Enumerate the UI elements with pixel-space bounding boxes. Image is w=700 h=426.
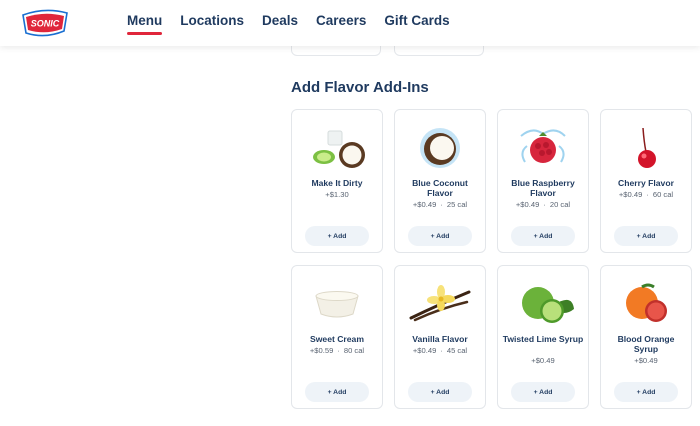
addin-card-blue-raspberry[interactable]: Blue Raspberry Flavor +$0.49 · 20 cal + Ad… — [497, 109, 589, 253]
addin-calories: 25 cal — [446, 200, 468, 209]
addin-name: Blue Raspberry Flavor — [511, 178, 575, 198]
addin-meta: +$0.49 — [498, 356, 588, 365]
addin-price: +$0.49 — [515, 200, 540, 209]
cherry-icon — [601, 116, 691, 180]
addin-calories: 60 cal — [652, 190, 674, 199]
nav-locations[interactable]: Locations — [180, 13, 244, 28]
addin-meta: +$0.59 · 80 cal — [309, 346, 365, 355]
nav-deals[interactable]: Deals — [262, 13, 298, 28]
coconut-lime-icon — [292, 116, 382, 180]
addin-meta: +$1.30 — [292, 190, 382, 199]
addin-card-blood-orange[interactable]: Blood Orange Syrup +$0.49 + Add — [600, 265, 692, 409]
section-title: Add Flavor Add-Ins — [291, 79, 429, 96]
addin-calories: 45 cal — [446, 346, 468, 355]
add-button[interactable]: + Add — [408, 382, 472, 402]
site-header: SONIC Menu Locations Deals Careers Gift … — [0, 0, 700, 46]
addin-card-cherry[interactable]: Cherry Flavor +$0.49 · 60 cal + Add — [600, 109, 692, 253]
add-button[interactable]: + Add — [614, 382, 678, 402]
addin-meta: +$0.49 · 20 cal — [515, 200, 571, 209]
nav-careers[interactable]: Careers — [316, 13, 366, 28]
add-button[interactable]: + Add — [511, 226, 575, 246]
addin-card-make-it-dirty[interactable]: Make It Dirty +$1.30 + Add — [291, 109, 383, 253]
add-button[interactable]: + Add — [305, 382, 369, 402]
addin-card-twisted-lime[interactable]: Twisted Lime Syrup +$0.49 + Add — [497, 265, 589, 409]
addin-meta: +$0.49 — [601, 356, 691, 365]
addin-card-blue-coconut[interactable]: Blue Coconut Flavor +$0.49 · 25 cal + Add — [394, 109, 486, 253]
addin-name: Blood Orange Syrup — [617, 334, 675, 354]
nav-menu[interactable]: Menu — [127, 13, 163, 35]
addin-price: +$0.49 — [634, 356, 658, 365]
add-button[interactable]: + Add — [511, 382, 575, 402]
lime-icon — [498, 272, 588, 336]
addin-meta: +$0.49 · 60 cal — [618, 190, 674, 199]
addin-price: +$0.49 — [412, 200, 437, 209]
coconut-icon — [395, 116, 485, 180]
add-button[interactable]: + Add — [305, 226, 369, 246]
addin-price: +$0.59 — [309, 346, 334, 355]
addin-name: Make It Dirty — [311, 178, 363, 188]
main-nav: Menu Locations Deals Careers Gift Cards — [127, 13, 468, 35]
addin-meta: +$0.49 · 45 cal — [412, 346, 468, 355]
addin-calories: 80 cal — [343, 346, 365, 355]
add-button[interactable]: + Add — [614, 226, 678, 246]
addin-price: +$1.30 — [325, 190, 349, 199]
addin-name: Blue Coconut Flavor — [412, 178, 468, 198]
addin-name: Vanilla Flavor — [412, 334, 468, 344]
addin-name: Sweet Cream — [310, 334, 364, 344]
logo-text: SONIC — [31, 19, 60, 29]
addin-price: +$0.49 — [618, 190, 643, 199]
addin-name: Cherry Flavor — [618, 178, 674, 188]
addin-card-vanilla[interactable]: Vanilla Flavor +$0.49 · 45 cal + Add — [394, 265, 486, 409]
raspberry-icon — [498, 116, 588, 180]
addin-price: +$0.49 — [412, 346, 437, 355]
add-button[interactable]: + Add — [408, 226, 472, 246]
sonic-logo[interactable]: SONIC — [20, 9, 70, 37]
addin-card-sweet-cream[interactable]: Sweet Cream +$0.59 · 80 cal + Add — [291, 265, 383, 409]
blood-orange-icon — [601, 272, 691, 336]
cream-icon — [292, 272, 382, 336]
addin-name: Twisted Lime Syrup — [502, 334, 584, 344]
addin-calories: 20 cal — [549, 200, 571, 209]
addin-price: +$0.49 — [531, 356, 555, 365]
vanilla-icon — [395, 272, 485, 336]
addin-meta: +$0.49 · 25 cal — [412, 200, 468, 209]
nav-gift-cards[interactable]: Gift Cards — [384, 13, 449, 28]
